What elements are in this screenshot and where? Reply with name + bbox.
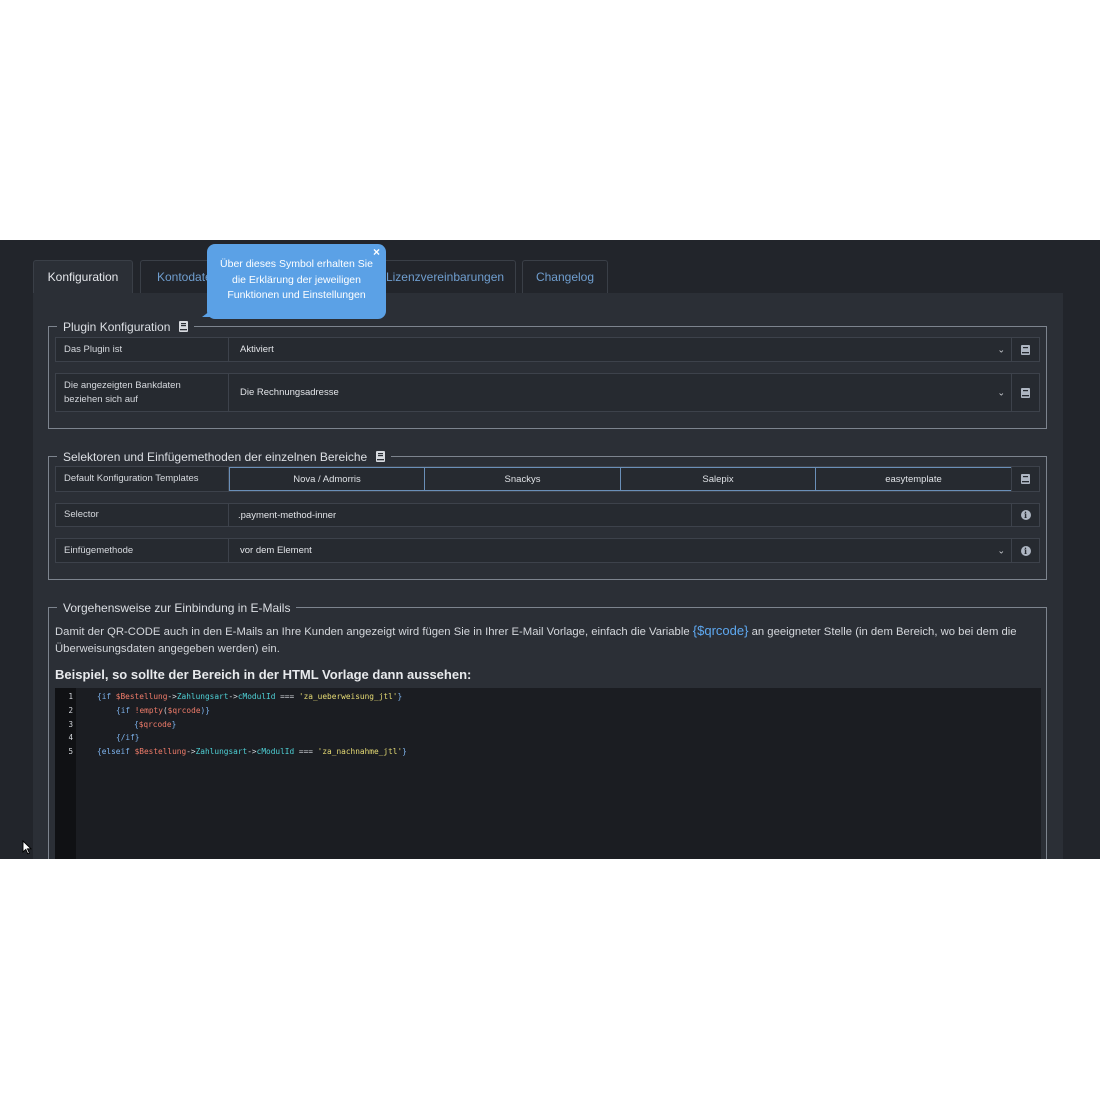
- email-title: Vorgehensweise zur Einbindung in E-Mails: [63, 601, 291, 615]
- selectors-fieldset: Selektoren und Einfügemethoden der einze…: [48, 447, 1047, 580]
- book-icon[interactable]: [178, 318, 188, 338]
- selectors-legend: Selektoren und Einfügemethoden der einze…: [57, 447, 391, 468]
- code-line-5: {elseif $Bestellung->Zahlungsart->cModul…: [97, 747, 407, 756]
- bankdata-source-help-button[interactable]: [1011, 374, 1039, 411]
- selector-info-button[interactable]: i: [1011, 504, 1039, 526]
- plugin-config-fieldset: Plugin Konfiguration Das Plugin ist Akti…: [48, 317, 1047, 429]
- template-easytemplate-button[interactable]: easytemplate: [815, 467, 1012, 491]
- mouse-cursor-icon: [22, 840, 32, 855]
- tab-lizenzvereinbarungen[interactable]: Lizenzvereinbarungen: [374, 260, 516, 293]
- book-icon[interactable]: [375, 448, 385, 468]
- template-nova-admorris-button[interactable]: Nova / Admorris: [229, 467, 425, 491]
- chevron-down-icon[interactable]: ⌄: [997, 545, 1005, 556]
- code-editor[interactable]: 1 2 3 4 5 {if $Bestellung->Zahlungsart->…: [55, 688, 1041, 859]
- email-legend: Vorgehensweise zur Einbindung in E-Mails: [57, 598, 297, 618]
- templates-row: Default Konfiguration Templates Nova / A…: [55, 466, 1040, 492]
- template-salepix-button[interactable]: Salepix: [620, 467, 816, 491]
- bankdata-source-row: Die angezeigten Bankdaten beziehen sich …: [55, 373, 1040, 412]
- code-line-4: {/if}: [116, 733, 140, 742]
- book-icon: [1021, 474, 1030, 484]
- plugin-config-legend: Plugin Konfiguration: [57, 317, 194, 338]
- plugin-status-help-button[interactable]: [1011, 338, 1039, 361]
- email-text-before: Damit der QR-CODE auch in den E-Mails an…: [55, 626, 690, 638]
- line-number: 4: [68, 733, 73, 742]
- bankdata-source-select[interactable]: Die Rechnungsadresse: [229, 374, 1011, 411]
- example-heading: Beispiel, so sollte der Bereich in der H…: [55, 667, 472, 682]
- code-line-3: {$qrcode}: [134, 720, 177, 729]
- help-tooltip: × Über dieses Symbol erhalten Sie die Er…: [202, 244, 386, 319]
- insert-method-label: Einfügemethode: [56, 539, 229, 562]
- email-fieldset: Vorgehensweise zur Einbindung in E-Mails…: [48, 598, 1047, 859]
- line-number-gutter: 1 2 3 4 5: [55, 688, 76, 859]
- selectors-title: Selektoren und Einfügemethoden der einze…: [63, 450, 368, 464]
- templates-help-button[interactable]: [1011, 467, 1039, 491]
- plugin-status-select[interactable]: Aktiviert: [229, 338, 1011, 361]
- plugin-settings-window: Konfiguration Kontodate Lizenzvereinbaru…: [0, 240, 1100, 859]
- info-icon: i: [1020, 510, 1031, 520]
- plugin-config-title: Plugin Konfiguration: [63, 320, 171, 334]
- insert-method-select[interactable]: vor dem Element: [229, 539, 1011, 562]
- code-line-2: {if !empty($qrcode)}: [116, 706, 210, 715]
- line-number: 3: [68, 720, 73, 729]
- chevron-down-icon[interactable]: ⌄: [997, 387, 1005, 398]
- close-icon[interactable]: ×: [373, 245, 380, 261]
- qrcode-variable: {$qrcode}: [692, 623, 749, 638]
- templates-label: Default Konfiguration Templates: [56, 467, 229, 491]
- email-instructions: Damit der QR-CODE auch in den E-Mails an…: [55, 622, 1033, 658]
- insert-method-info-button[interactable]: i: [1011, 539, 1039, 562]
- tooltip-pointer: [202, 308, 214, 317]
- line-number: 2: [68, 706, 73, 715]
- bankdata-source-label: Die angezeigten Bankdaten beziehen sich …: [56, 374, 229, 411]
- chevron-down-icon[interactable]: ⌄: [997, 344, 1005, 355]
- template-snackys-button[interactable]: Snackys: [424, 467, 621, 491]
- plugin-status-label: Das Plugin ist: [56, 338, 229, 361]
- info-icon: i: [1020, 545, 1031, 556]
- code-line-1: {if $Bestellung->Zahlungsart->cModulId =…: [97, 692, 403, 701]
- insert-method-row: Einfügemethode vor dem Element ⌄ i: [55, 538, 1040, 563]
- tooltip-text: Über dieses Symbol erhalten Sie die Erkl…: [220, 258, 373, 301]
- selector-input[interactable]: .payment-method-inner: [229, 504, 1011, 526]
- selector-label: Selector: [56, 504, 229, 526]
- plugin-status-row: Das Plugin ist Aktiviert ⌄: [55, 337, 1040, 362]
- book-icon: [1021, 387, 1030, 398]
- selector-row: Selector .payment-method-inner i: [55, 503, 1040, 527]
- line-number: 5: [68, 747, 73, 756]
- tab-konfiguration[interactable]: Konfiguration: [33, 260, 133, 293]
- book-icon: [1021, 344, 1030, 355]
- line-number: 1: [68, 692, 73, 701]
- tab-changelog[interactable]: Changelog: [522, 260, 608, 293]
